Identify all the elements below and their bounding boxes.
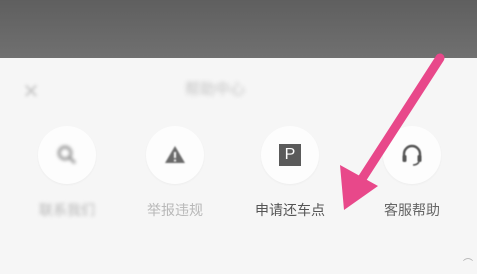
- action-circle: P: [261, 126, 319, 184]
- status-bar: [0, 0, 477, 58]
- action-label: 举报违规: [147, 203, 203, 219]
- apply-return-point-button[interactable]: P 申请还车点: [245, 126, 335, 220]
- action-circle: [146, 126, 204, 184]
- action-label: 客服帮助: [384, 203, 440, 219]
- watermark-icon: ⌒: [463, 259, 473, 270]
- customer-service-button[interactable]: 客服帮助: [367, 126, 457, 220]
- contact-us-button[interactable]: 联系我们: [22, 126, 112, 220]
- action-label: 申请还车点: [255, 203, 325, 219]
- parking-icon: P: [279, 144, 301, 166]
- action-label: 联系我们: [39, 203, 95, 219]
- warning-icon: [165, 146, 185, 163]
- action-circle: [38, 126, 96, 184]
- search-icon: [57, 145, 76, 164]
- page-title: 帮助中心: [184, 80, 245, 98]
- report-violation-button[interactable]: 举报违规: [130, 126, 220, 220]
- headset-icon: [402, 144, 422, 166]
- action-circle: [383, 126, 441, 184]
- title-bar: ✕ 帮助中心: [0, 58, 477, 130]
- close-icon[interactable]: ✕: [18, 78, 44, 104]
